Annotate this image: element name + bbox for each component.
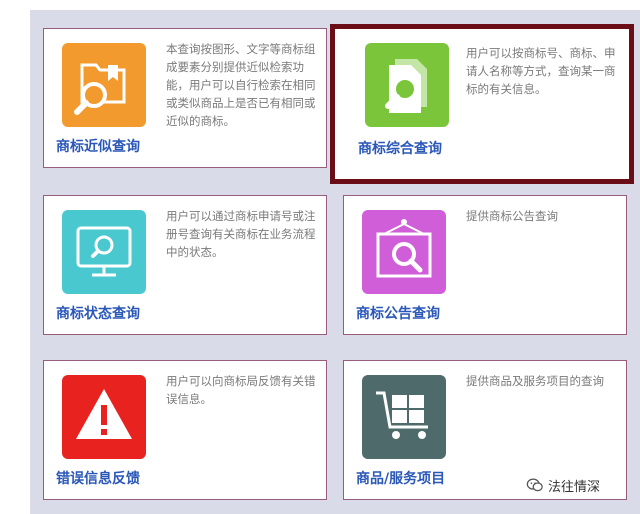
watermark-text: 法往情深 — [548, 479, 601, 495]
card-error-feedback[interactable]: 错误信息反馈 用户可以向商标局反馈有关错误信息。 — [43, 360, 327, 500]
card-trademark-similar-search[interactable]: 商标近似查询 本查询按图形、文字等商标组成要素分别提供近似检索功能，用户可以自行… — [43, 28, 327, 168]
card-title[interactable]: 商标近似查询 — [56, 136, 176, 156]
card-title[interactable]: 错误信息反馈 — [56, 468, 176, 488]
card-description: 用户可以按商标号、商标、申请人名称等方式，查询某一商标的有关信息。 — [466, 46, 616, 96]
card-description: 提供商品及服务项目的查询 — [466, 374, 604, 388]
card-title[interactable]: 商标状态查询 — [56, 303, 176, 323]
wechat-icon — [526, 478, 543, 492]
folder-search-icon — [62, 43, 146, 127]
card-title[interactable]: 商标公告查询 — [356, 303, 476, 323]
card-description: 用户可以向商标局反馈有关错误信息。 — [166, 374, 316, 406]
card-description: 提供商标公告查询 — [466, 209, 558, 223]
document-search-icon — [365, 43, 449, 127]
card-description: 本查询按图形、文字等商标组成要素分别提供近似检索功能，用户可以自行检索在相同或类… — [166, 42, 316, 128]
card-title[interactable]: 商品/服务项目 — [356, 468, 476, 488]
card-trademark-bulletin-search[interactable]: 商标公告查询 提供商标公告查询 — [343, 195, 627, 335]
card-trademark-comprehensive-search[interactable]: 商标综合查询 用户可以按商标号、商标、申请人名称等方式，查询某一商标的有关信息。 — [330, 24, 634, 184]
bulletin-search-icon — [362, 210, 446, 294]
watermark: 法往情深 — [526, 475, 600, 495]
card-description: 用户可以通过商标申请号或注册号查询有关商标在业务流程中的状态。 — [166, 209, 316, 259]
card-trademark-status-search[interactable]: 商标状态查询 用户可以通过商标申请号或注册号查询有关商标在业务流程中的状态。 — [43, 195, 327, 335]
card-title[interactable]: 商标综合查询 — [358, 138, 478, 158]
warning-icon — [62, 375, 146, 459]
shopping-cart-icon — [362, 375, 446, 459]
monitor-search-icon — [62, 210, 146, 294]
